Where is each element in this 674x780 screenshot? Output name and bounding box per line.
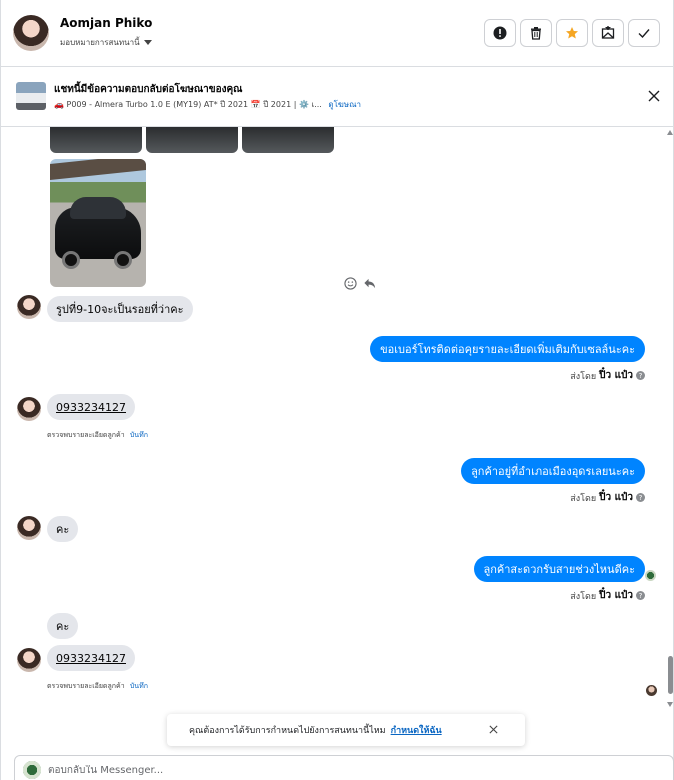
- contact-avatar[interactable]: [17, 295, 41, 319]
- caret-down-icon: [143, 40, 152, 45]
- sent-by-prefix: ส่งโดย: [570, 493, 597, 504]
- shared-photo[interactable]: [242, 127, 334, 153]
- assign-label: มอบหมายการสนทนานี้: [60, 38, 140, 47]
- sent-by-label: ส่งโดย ปิ๋ว แป๋ว ?: [570, 490, 645, 505]
- save-detail-link[interactable]: บันทึก: [130, 682, 148, 690]
- sent-by-agent: ปิ๋ว แป๋ว: [599, 492, 633, 503]
- message-text: ลูกค้าสะดวกรับสายช่วงไหนดีคะ: [483, 563, 636, 576]
- close-icon[interactable]: [488, 724, 499, 735]
- messenger-conversation-panel: Aomjan Phiko มอบหมายการสนทนานี้ แชทนี้มี…: [0, 0, 674, 780]
- message-text: ลูกค้าอยู่ที่อำเภอเมืองอุดรเลยนะคะ: [471, 465, 635, 478]
- ad-description: 🚗 P009 - Almera Turbo 1.0 E (MY19) AT* ป…: [54, 100, 322, 109]
- sent-by-prefix: ส่งโดย: [570, 591, 597, 602]
- view-ad-link[interactable]: ดูโฆษณา: [328, 100, 361, 109]
- incoming-message[interactable]: คะ: [47, 613, 79, 639]
- sent-by-prefix: ส่งโดย: [570, 371, 597, 382]
- trash-icon: [531, 27, 541, 40]
- outgoing-message[interactable]: ลูกค้าอยู่ที่อำเภอเมืองอุดรเลยนะคะ: [461, 458, 645, 484]
- report-spam-button[interactable]: [484, 19, 516, 47]
- phone-number-link[interactable]: 0933234127: [56, 401, 126, 414]
- phone-number-link[interactable]: 0933234127: [56, 652, 126, 665]
- customer-detail-detected: ตรวจพบรายละเอียดลูกค้า บันทึก: [47, 681, 148, 692]
- detect-text: ตรวจพบรายละเอียดลูกค้า: [47, 682, 125, 690]
- ad-banner-title: แชทนี้มีข้อความตอบกลับต่อโฆษณาของคุณ: [54, 84, 243, 95]
- ad-reply-banner: แชทนี้มีข้อความตอบกลับต่อโฆษณาของคุณ 🚗 P…: [1, 67, 673, 127]
- sent-by-label: ส่งโดย ปิ๋ว แป๋ว ?: [570, 588, 645, 603]
- scrollbar-thumb[interactable]: [668, 656, 673, 694]
- shared-photo[interactable]: [50, 159, 146, 287]
- sent-by-agent: ปิ๋ว แป๋ว: [599, 370, 633, 381]
- seen-by-contact-avatar: [646, 685, 657, 696]
- sent-by-label: ส่งโดย ปิ๋ว แป๋ว ?: [570, 368, 645, 383]
- help-icon[interactable]: ?: [636, 371, 645, 380]
- message-text: ขอเบอร์โทรติดต่อคุยรายละเอียดเพิ่มเติมกั…: [380, 343, 635, 356]
- message-text: คะ: [56, 523, 70, 536]
- contact-avatar[interactable]: [17, 648, 41, 672]
- incoming-message[interactable]: 0933234127: [47, 645, 135, 671]
- message-actions: [344, 277, 376, 290]
- photo-car-wheel: [62, 251, 80, 269]
- contact-avatar[interactable]: [13, 15, 49, 51]
- mark-unread-icon: [601, 26, 615, 39]
- delete-button[interactable]: [520, 19, 552, 47]
- assign-suggestion-toast: คุณต้องการได้รับการกำหนดไปยังการสนทนานี้…: [167, 714, 525, 746]
- conversation-header: Aomjan Phiko มอบหมายการสนทนานี้: [1, 0, 673, 67]
- contact-name[interactable]: Aomjan Phiko: [60, 16, 152, 30]
- shared-photo[interactable]: [50, 127, 142, 153]
- react-smile-icon[interactable]: [344, 277, 357, 290]
- help-icon[interactable]: ?: [636, 493, 645, 502]
- contact-avatar[interactable]: [17, 397, 41, 421]
- incoming-message[interactable]: รูปที่9-10จะเป็นรอยที่ว่าคะ: [47, 296, 193, 322]
- report-icon: [493, 26, 507, 40]
- reply-input[interactable]: [48, 764, 448, 776]
- reply-composer: [14, 755, 674, 780]
- scroll-down-arrow[interactable]: [667, 702, 673, 707]
- message-text: รูปที่9-10จะเป็นรอยที่ว่าคะ: [56, 303, 184, 316]
- ad-thumbnail[interactable]: [16, 82, 46, 110]
- photo-car-wheel: [114, 251, 132, 269]
- customer-detail-detected: ตรวจพบรายละเอียดลูกค้า บันทึก: [47, 430, 148, 441]
- incoming-message[interactable]: 0933234127: [47, 394, 135, 420]
- help-icon[interactable]: ?: [636, 591, 645, 600]
- assign-to-me-link[interactable]: กำหนดให้ฉัน: [391, 723, 442, 737]
- close-icon[interactable]: [647, 89, 661, 103]
- detect-text: ตรวจพบรายละเอียดลูกค้า: [47, 431, 125, 439]
- assign-conversation-dropdown[interactable]: มอบหมายการสนทนานี้: [60, 36, 152, 49]
- message-thread[interactable]: รูปที่9-10จะเป็นรอยที่ว่าคะ ขอเบอร์โทรติ…: [1, 127, 673, 755]
- star-button[interactable]: [556, 19, 588, 47]
- page-avatar: [23, 761, 41, 779]
- scroll-up-arrow[interactable]: [667, 130, 673, 135]
- star-icon: [566, 27, 578, 39]
- photo-car-window: [70, 197, 126, 219]
- photo-carport-roof: [50, 159, 146, 181]
- contact-avatar[interactable]: [17, 516, 41, 540]
- incoming-message[interactable]: คะ: [47, 516, 79, 542]
- reply-icon[interactable]: [363, 277, 376, 290]
- outgoing-message[interactable]: ลูกค้าสะดวกรับสายช่วงไหนดีคะ: [473, 556, 645, 582]
- mark-unread-button[interactable]: [592, 19, 624, 47]
- ad-banner-subtitle: 🚗 P009 - Almera Turbo 1.0 E (MY19) AT* ป…: [54, 98, 361, 111]
- check-icon: [638, 29, 650, 39]
- outgoing-message[interactable]: ขอเบอร์โทรติดต่อคุยรายละเอียดเพิ่มเติมกั…: [370, 336, 645, 362]
- seen-indicator: [645, 570, 656, 581]
- sent-by-agent: ปิ๋ว แป๋ว: [599, 590, 633, 601]
- mark-done-button[interactable]: [628, 19, 660, 47]
- toast-text: คุณต้องการได้รับการกำหนดไปยังการสนทนานี้…: [189, 726, 386, 736]
- shared-photo[interactable]: [146, 127, 238, 153]
- save-detail-link[interactable]: บันทึก: [130, 431, 148, 439]
- message-text: คะ: [56, 620, 70, 633]
